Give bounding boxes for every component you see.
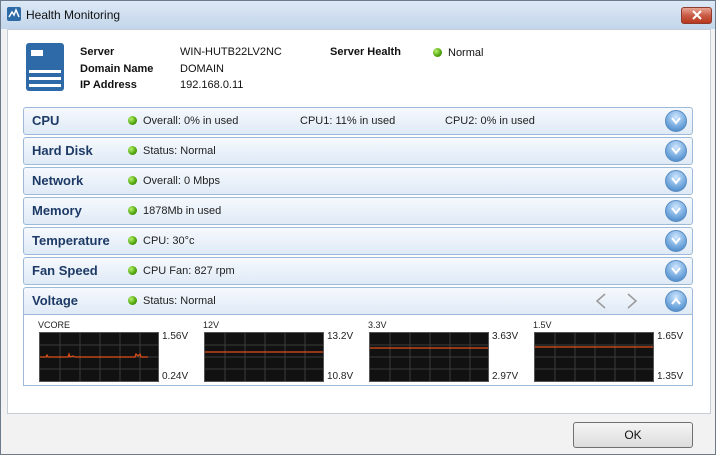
row-title: Hard Disk [32,143,93,158]
vcore-graph [39,332,159,382]
graph-min: 10.8V [327,371,354,382]
expand-button[interactable] [665,200,687,222]
memory-used: 1878Mb in used [143,205,222,217]
status-ok-icon [128,146,137,155]
chevron-down-icon [671,267,681,275]
status-ok-icon [128,116,137,125]
status-ok-icon [128,206,137,215]
row-temperature[interactable]: Temperature CPU: 30°c [23,227,693,255]
12v-graph-svg [205,333,323,381]
network-overall: Overall: 0 Mbps [143,175,221,187]
domain-value: DOMAIN [180,63,224,75]
chevron-down-icon [671,147,681,155]
vcore-graph-svg [40,333,158,381]
chevron-up-icon [671,297,681,305]
expand-button[interactable] [665,110,687,132]
cpu2-usage: CPU2: 0% in used [445,115,535,127]
row-hard-disk[interactable]: Hard Disk Status: Normal [23,137,693,165]
row-title: Temperature [32,233,110,248]
graph-min: 0.24V [162,371,189,382]
row-network[interactable]: Network Overall: 0 Mbps [23,167,693,195]
graph-max: 13.2V [327,331,354,342]
health-monitoring-window: Health Monitoring Server WIN-HUTB22LV2NC… [0,0,716,455]
ip-value: 192.168.0.11 [180,79,244,91]
vcore-line [40,352,148,358]
server-health-value: Normal [448,47,484,59]
graph-max: 3.63V [492,331,519,342]
row-title: CPU [32,113,60,128]
server-label: Server [80,46,115,58]
collapse-button[interactable] [665,290,687,312]
row-voltage[interactable]: Voltage Status: Normal [23,287,693,315]
12v-graph [204,332,324,382]
content-panel: Server WIN-HUTB22LV2NC Domain Name DOMAI… [7,29,711,414]
1v5-graph [534,332,654,382]
row-cpu[interactable]: CPU Overall: 0% in used CPU1: 11% in use… [23,107,693,135]
graph-name: 3.3V [368,320,387,330]
expand-button[interactable] [665,140,687,162]
server-health-label: Server Health [330,46,401,58]
expand-button[interactable] [665,260,687,282]
chevron-down-icon [671,117,681,125]
hard-disk-status: Status: Normal [143,145,216,157]
chevron-left-icon [595,293,606,309]
server-value: WIN-HUTB22LV2NC [180,46,282,58]
graph-min: 1.35V [657,371,684,382]
3v3-graph [369,332,489,382]
graph-name: 1.5V [533,320,552,330]
prev-button[interactable] [595,293,607,312]
graph-name: VCORE [38,320,71,330]
expand-button[interactable] [665,170,687,192]
row-title: Network [32,173,84,188]
next-button[interactable] [626,293,638,312]
ok-button[interactable]: OK [573,422,693,448]
close-icon [691,10,702,20]
close-button[interactable] [681,7,712,24]
voltage-graphs-panel: VCORE 1.56V 0.24V 12V 13.2V 10.8V 3.3V 3… [23,315,693,386]
window-title: Health Monitoring [26,8,121,22]
server-icon [25,42,65,95]
graph-name: 12V [203,320,220,330]
graph-max: 1.56V [162,331,189,342]
3v3-graph-svg [370,333,488,381]
expand-button[interactable] [665,230,687,252]
chevron-right-icon [627,293,638,309]
row-title: Fan Speed [32,263,98,278]
status-ok-icon [128,266,137,275]
voltage-status: Status: Normal [143,295,216,307]
row-memory[interactable]: Memory 1878Mb in used [23,197,693,225]
graph-max: 1.65V [657,331,684,342]
row-title: Memory [32,203,82,218]
1v5-graph-svg [535,333,653,381]
status-ok-icon [128,176,137,185]
row-title: Voltage [32,293,78,308]
cpu-fan-speed: CPU Fan: 827 rpm [143,265,235,277]
title-bar[interactable]: Health Monitoring [1,1,715,29]
cpu-temperature: CPU: 30°c [143,235,195,247]
status-ok-icon [128,296,137,305]
graph-min: 2.97V [492,371,519,382]
chevron-down-icon [671,207,681,215]
domain-label: Domain Name [80,63,154,75]
cpu-overall: Overall: 0% in used [143,115,239,127]
status-ok-icon [128,236,137,245]
chevron-down-icon [671,177,681,185]
health-status-icon [433,48,442,57]
row-fan-speed[interactable]: Fan Speed CPU Fan: 827 rpm [23,257,693,285]
chevron-down-icon [671,237,681,245]
cpu1-usage: CPU1: 11% in used [300,115,396,127]
app-icon [7,7,21,21]
ip-label: IP Address [80,79,137,91]
